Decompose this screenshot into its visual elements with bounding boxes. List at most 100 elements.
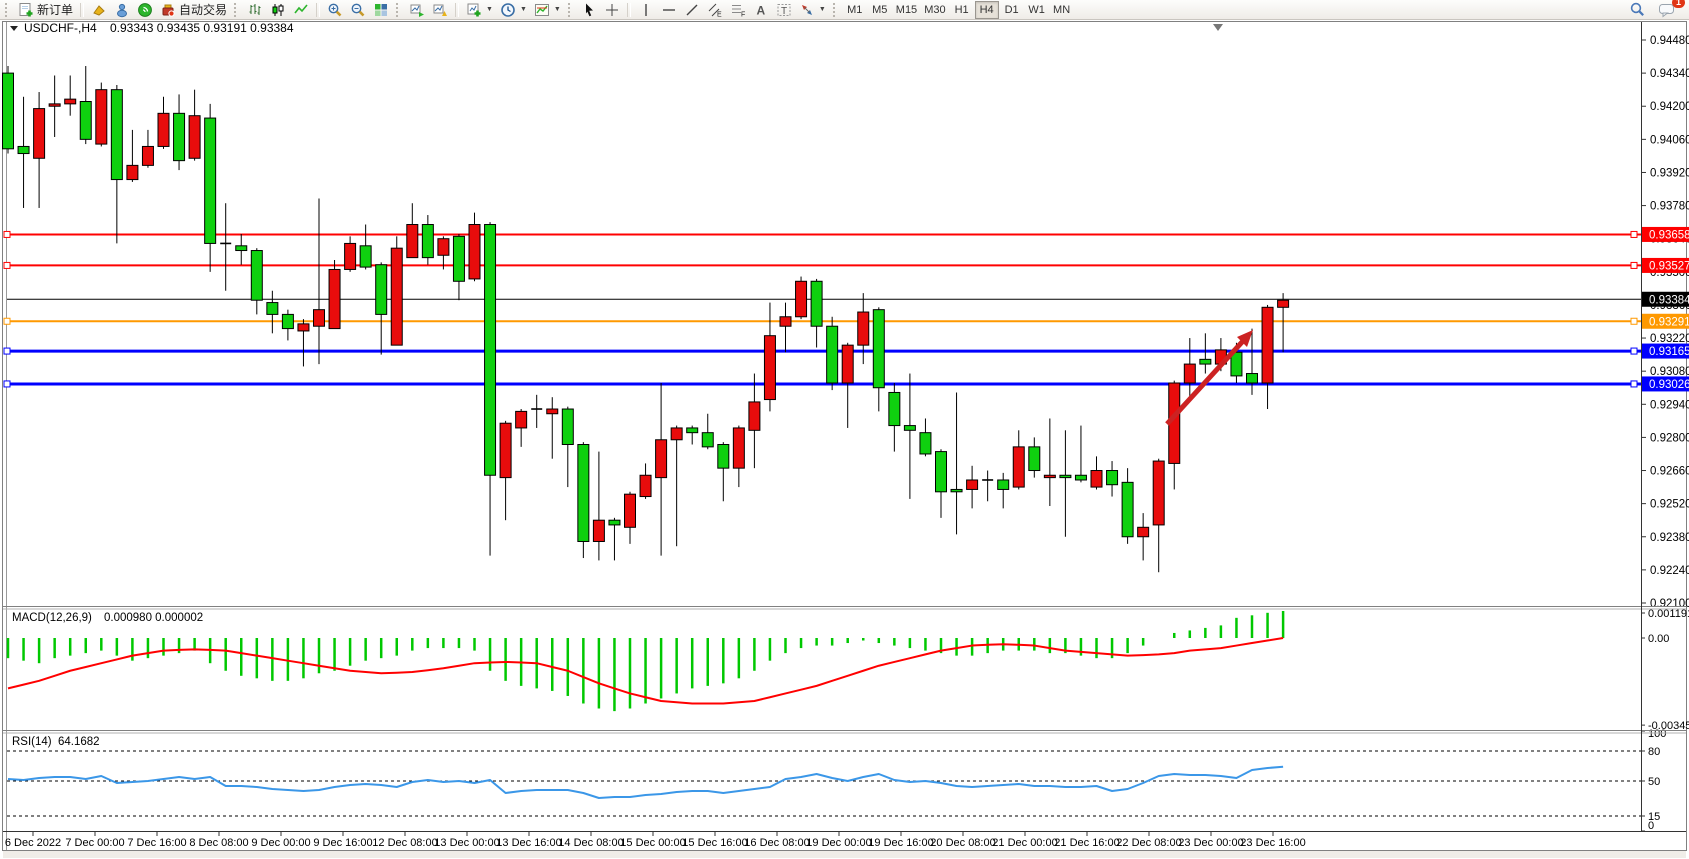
rsi-label: RSI(14): [12, 736, 52, 748]
timeframe-button-W1[interactable]: W1: [1025, 1, 1049, 19]
rsi-axis-label: 0: [1648, 820, 1654, 832]
bar-chart-icon: [247, 2, 263, 18]
crosshair-tool-button[interactable]: [601, 1, 623, 19]
time-tick-label: 13 Dec 00:00: [434, 837, 499, 849]
arrange-charts-button[interactable]: [406, 1, 428, 19]
signal-button[interactable]: [134, 1, 156, 19]
price-tick-label: 0.93920: [1650, 167, 1689, 179]
clock-icon: [500, 2, 516, 18]
svg-text:T: T: [781, 6, 787, 17]
text-label-tool-button[interactable]: T: [773, 1, 795, 19]
timeframe-button-M15[interactable]: M15: [893, 1, 920, 19]
gold-icon: [91, 2, 107, 18]
arrange-charts-icon: [409, 2, 425, 18]
signal-icon: [137, 2, 153, 18]
hline-handle[interactable]: [4, 348, 10, 354]
candle: [391, 236, 402, 345]
price-badge-label: 0.93291: [1649, 316, 1689, 328]
cascade-charts-icon: [432, 2, 448, 18]
chevron-down-icon: ▼: [819, 6, 826, 13]
time-tick-label: 23 Dec 16:00: [1240, 837, 1305, 849]
hline-handle[interactable]: [4, 231, 10, 237]
price-tick-label: 0.92660: [1650, 466, 1689, 478]
cursor-icon: [581, 2, 597, 18]
arrow-objects-button[interactable]: ▼: [796, 1, 829, 19]
timeframe-button-H4[interactable]: H4: [975, 1, 999, 19]
price-tick-label: 0.92520: [1650, 499, 1689, 511]
hline-handle[interactable]: [4, 318, 10, 324]
time-tick-label: 16 Dec 08:00: [744, 837, 809, 849]
price-badge-label: 0.93527: [1649, 260, 1689, 272]
chevron-down-icon: ▼: [554, 6, 561, 13]
timeframe-button-D1[interactable]: D1: [1000, 1, 1024, 19]
text-tool-button[interactable]: A: [750, 1, 772, 19]
candle: [578, 442, 589, 558]
equidistant-channel-tool-button[interactable]: E: [704, 1, 726, 19]
vertical-line-tool-button[interactable]: [635, 1, 657, 19]
toolbar-grip: [833, 3, 839, 17]
candle: [827, 317, 838, 390]
search-button[interactable]: [1626, 1, 1649, 19]
hline-handle[interactable]: [1631, 262, 1637, 268]
time-tick-label: 20 Dec 08:00: [930, 837, 995, 849]
candlestick-chart-icon: [270, 2, 286, 18]
hline-handle[interactable]: [1631, 348, 1637, 354]
macd-axis-label: 0.00: [1648, 633, 1669, 645]
svg-text:F: F: [741, 11, 745, 18]
chart-window[interactable]: 0.944800.943400.942000.940600.939200.937…: [0, 0, 1689, 859]
cascade-charts-button[interactable]: [429, 1, 451, 19]
price-tick-label: 0.92380: [1650, 532, 1689, 544]
period-clock-button[interactable]: ▼: [497, 1, 530, 19]
time-tick-label: 8 Dec 08:00: [189, 837, 248, 849]
price-badge-label: 0.93026: [1649, 379, 1689, 391]
price-tick-label: 0.94480: [1650, 35, 1689, 47]
toolbar-right-cluster: 1: [1626, 1, 1679, 19]
price-badge-label: 0.93165: [1649, 346, 1689, 358]
toolbar-grip: [234, 3, 240, 17]
horizontal-line-tool-button[interactable]: [658, 1, 680, 19]
price-tick-label: 0.94200: [1650, 101, 1689, 113]
timeframe-button-M30[interactable]: M30: [921, 1, 948, 19]
rsi-value: 64.1682: [58, 736, 100, 748]
toolbar-grip: [568, 3, 574, 17]
bottom-strip: [3, 851, 1686, 858]
trendline-tool-button[interactable]: [681, 1, 703, 19]
new-order-button[interactable]: 新订单: [15, 1, 76, 19]
cursor-tool-button[interactable]: [578, 1, 600, 19]
chevron-down-icon: ▼: [520, 6, 527, 13]
fibonacci-tool-button[interactable]: F: [727, 1, 749, 19]
timeframe-toolbar: M1M5M15M30H1H4D1W1MN: [843, 1, 1074, 19]
macd-axis-label: 0.001191: [1648, 608, 1689, 620]
time-tick-label: 23 Dec 00:00: [1178, 837, 1243, 849]
hline-handle[interactable]: [4, 262, 10, 268]
timeframe-button-M1[interactable]: M1: [843, 1, 867, 19]
new-chart-button[interactable]: ▼: [463, 1, 496, 19]
price-tick-label: 0.93780: [1650, 201, 1689, 213]
text-label-icon: T: [776, 2, 792, 18]
timeframe-button-MN[interactable]: MN: [1050, 1, 1074, 19]
candlestick-chart-button[interactable]: [267, 1, 289, 19]
line-chart-icon: [293, 2, 309, 18]
candle: [96, 83, 107, 147]
crosshair-icon: [604, 2, 620, 18]
bar-chart-button[interactable]: [244, 1, 266, 19]
auto-trading-button[interactable]: 自动交易: [157, 1, 230, 19]
zoom-in-button[interactable]: [324, 1, 346, 19]
chart-template-button[interactable]: ▼: [531, 1, 564, 19]
hline-handle[interactable]: [1631, 318, 1637, 324]
gold-button[interactable]: [88, 1, 110, 19]
timeframe-button-H1[interactable]: H1: [950, 1, 974, 19]
fibonacci-icon: F: [730, 2, 746, 18]
time-tick-label: 15 Dec 00:00: [620, 837, 685, 849]
hline-handle[interactable]: [1631, 381, 1637, 387]
price-tick-label: 0.93220: [1650, 333, 1689, 345]
tile-windows-button[interactable]: [370, 1, 392, 19]
chevron-down-icon: ▼: [486, 6, 493, 13]
expert-advisor-button[interactable]: [111, 1, 133, 19]
timeframe-button-M5[interactable]: M5: [868, 1, 892, 19]
hline-handle[interactable]: [1631, 231, 1637, 237]
line-chart-button[interactable]: [290, 1, 312, 19]
price-tick-label: 0.94060: [1650, 134, 1689, 146]
zoom-out-button[interactable]: [347, 1, 369, 19]
hline-handle[interactable]: [4, 381, 10, 387]
